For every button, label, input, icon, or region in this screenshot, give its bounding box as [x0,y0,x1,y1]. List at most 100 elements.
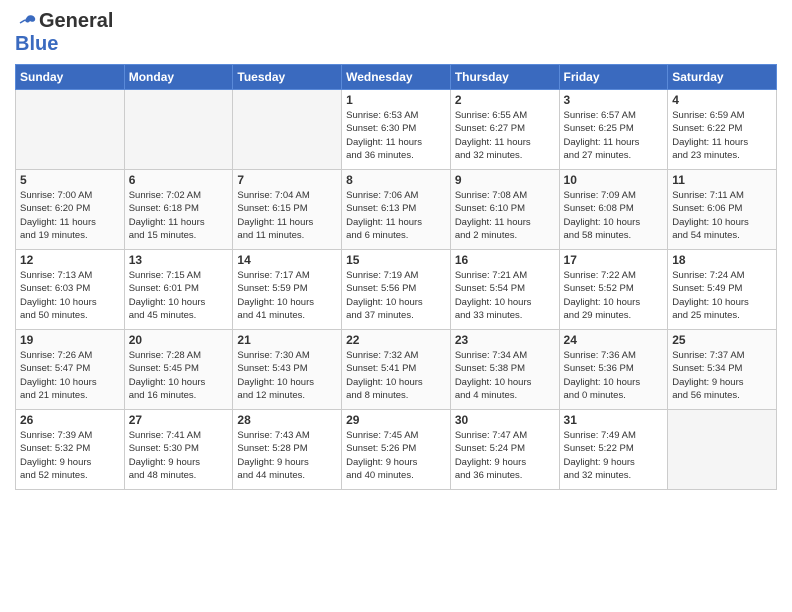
cell-text: Sunrise: 7:09 AM Sunset: 6:08 PM Dayligh… [564,189,664,242]
day-number: 6 [129,173,229,187]
calendar-cell: 23 Sunrise: 7:34 AM Sunset: 5:38 PM Dayli… [450,330,559,410]
calendar-cell: 20 Sunrise: 7:28 AM Sunset: 5:45 PM Dayli… [124,330,233,410]
calendar-cell: 24 Sunrise: 7:36 AM Sunset: 5:36 PM Dayli… [559,330,668,410]
cell-text: Sunrise: 7:11 AM Sunset: 6:06 PM Dayligh… [672,189,772,242]
day-number: 22 [346,333,446,347]
calendar-cell: 15 Sunrise: 7:19 AM Sunset: 5:56 PM Dayli… [342,250,451,330]
day-number: 11 [672,173,772,187]
calendar-cell: 26 Sunrise: 7:39 AM Sunset: 5:32 PM Dayli… [16,410,125,490]
calendar-week-row: 5 Sunrise: 7:00 AM Sunset: 6:20 PM Daylig… [16,170,777,250]
calendar-cell: 27 Sunrise: 7:41 AM Sunset: 5:30 PM Dayli… [124,410,233,490]
cell-text: Sunrise: 6:59 AM Sunset: 6:22 PM Dayligh… [672,109,772,162]
cell-text: Sunrise: 7:43 AM Sunset: 5:28 PM Dayligh… [237,429,337,482]
day-number: 27 [129,413,229,427]
day-number: 7 [237,173,337,187]
calendar-cell: 7 Sunrise: 7:04 AM Sunset: 6:15 PM Daylig… [233,170,342,250]
cell-text: Sunrise: 7:36 AM Sunset: 5:36 PM Dayligh… [564,349,664,402]
calendar-cell: 6 Sunrise: 7:02 AM Sunset: 6:18 PM Daylig… [124,170,233,250]
calendar-week-row: 12 Sunrise: 7:13 AM Sunset: 6:03 PM Dayli… [16,250,777,330]
day-number: 10 [564,173,664,187]
calendar-cell: 8Sunrise: 7:06 AM Sunset: 6:13 PM Daylig… [342,170,451,250]
weekday-header: Tuesday [233,65,342,90]
cell-text: Sunrise: 7:00 AM Sunset: 6:20 PM Dayligh… [20,189,120,242]
calendar-cell: 11 Sunrise: 7:11 AM Sunset: 6:06 PM Dayli… [668,170,777,250]
cell-text: Sunrise: 7:34 AM Sunset: 5:38 PM Dayligh… [455,349,555,402]
weekday-header: Wednesday [342,65,451,90]
day-number: 23 [455,333,555,347]
cell-text: Sunrise: 7:39 AM Sunset: 5:32 PM Dayligh… [20,429,120,482]
day-number: 4 [672,93,772,107]
cell-text: Sunrise: 7:13 AM Sunset: 6:03 PM Dayligh… [20,269,120,322]
cell-text: Sunrise: 7:49 AM Sunset: 5:22 PM Dayligh… [564,429,664,482]
day-number: 24 [564,333,664,347]
cell-text: Sunrise: 7:37 AM Sunset: 5:34 PM Dayligh… [672,349,772,402]
day-number: 28 [237,413,337,427]
weekday-header: Thursday [450,65,559,90]
cell-text: Sunrise: 7:47 AM Sunset: 5:24 PM Dayligh… [455,429,555,482]
calendar-cell: 10 Sunrise: 7:09 AM Sunset: 6:08 PM Dayli… [559,170,668,250]
cell-text: Sunrise: 7:30 AM Sunset: 5:43 PM Dayligh… [237,349,337,402]
calendar-cell [16,90,125,170]
cell-text: Sunrise: 7:21 AM Sunset: 5:54 PM Dayligh… [455,269,555,322]
cell-text: Sunrise: 7:24 AM Sunset: 5:49 PM Dayligh… [672,269,772,322]
calendar-cell: 17 Sunrise: 7:22 AM Sunset: 5:52 PM Dayli… [559,250,668,330]
calendar-cell: 9Sunrise: 7:08 AM Sunset: 6:10 PM Daylig… [450,170,559,250]
calendar-cell: 29 Sunrise: 7:45 AM Sunset: 5:26 PM Dayli… [342,410,451,490]
calendar-cell [668,410,777,490]
cell-text: Sunrise: 7:28 AM Sunset: 5:45 PM Dayligh… [129,349,229,402]
calendar-cell: 1Sunrise: 6:53 AM Sunset: 6:30 PM Daylig… [342,90,451,170]
weekday-header: Sunday [16,65,125,90]
day-number: 29 [346,413,446,427]
cell-text: Sunrise: 6:55 AM Sunset: 6:27 PM Dayligh… [455,109,555,162]
cell-text: Sunrise: 7:45 AM Sunset: 5:26 PM Dayligh… [346,429,446,482]
cell-text: Sunrise: 7:32 AM Sunset: 5:41 PM Dayligh… [346,349,446,402]
calendar-cell: 14 Sunrise: 7:17 AM Sunset: 5:59 PM Dayli… [233,250,342,330]
logo: GeneralBlue [15,10,113,56]
calendar-week-row: 26 Sunrise: 7:39 AM Sunset: 5:32 PM Dayli… [16,410,777,490]
day-number: 17 [564,253,664,267]
day-number: 31 [564,413,664,427]
day-number: 14 [237,253,337,267]
calendar-cell: 12 Sunrise: 7:13 AM Sunset: 6:03 PM Dayli… [16,250,125,330]
day-number: 26 [20,413,120,427]
cell-text: Sunrise: 7:22 AM Sunset: 5:52 PM Dayligh… [564,269,664,322]
calendar-cell: 31 Sunrise: 7:49 AM Sunset: 5:22 PM Dayli… [559,410,668,490]
calendar-week-row: 1Sunrise: 6:53 AM Sunset: 6:30 PM Daylig… [16,90,777,170]
day-number: 16 [455,253,555,267]
cell-text: Sunrise: 7:17 AM Sunset: 5:59 PM Dayligh… [237,269,337,322]
day-number: 9 [455,173,555,187]
weekday-header-row: SundayMondayTuesdayWednesdayThursdayFrid… [16,65,777,90]
day-number: 19 [20,333,120,347]
day-number: 5 [20,173,120,187]
cell-text: Sunrise: 7:41 AM Sunset: 5:30 PM Dayligh… [129,429,229,482]
calendar-cell: 16 Sunrise: 7:21 AM Sunset: 5:54 PM Dayli… [450,250,559,330]
cell-text: Sunrise: 7:26 AM Sunset: 5:47 PM Dayligh… [20,349,120,402]
cell-text: Sunrise: 6:53 AM Sunset: 6:30 PM Dayligh… [346,109,446,162]
calendar-cell [233,90,342,170]
calendar-week-row: 19 Sunrise: 7:26 AM Sunset: 5:47 PM Dayli… [16,330,777,410]
day-number: 25 [672,333,772,347]
calendar-cell: 19 Sunrise: 7:26 AM Sunset: 5:47 PM Dayli… [16,330,125,410]
cell-text: Sunrise: 7:02 AM Sunset: 6:18 PM Dayligh… [129,189,229,242]
day-number: 8 [346,173,446,187]
day-number: 2 [455,93,555,107]
calendar-cell: 4 Sunrise: 6:59 AM Sunset: 6:22 PM Daylig… [668,90,777,170]
calendar-cell: 13Sunrise: 7:15 AM Sunset: 6:01 PM Dayli… [124,250,233,330]
header: GeneralBlue [15,10,777,56]
day-number: 15 [346,253,446,267]
page-container: GeneralBlue SundayMondayTuesdayWednesday… [0,0,792,495]
calendar-cell [124,90,233,170]
cell-text: Sunrise: 7:19 AM Sunset: 5:56 PM Dayligh… [346,269,446,322]
weekday-header: Monday [124,65,233,90]
logo-bird-icon [15,13,37,31]
calendar-cell: 21Sunrise: 7:30 AM Sunset: 5:43 PM Dayli… [233,330,342,410]
day-number: 30 [455,413,555,427]
calendar-cell: 18Sunrise: 7:24 AM Sunset: 5:49 PM Dayli… [668,250,777,330]
logo-blue-text: Blue [15,33,58,55]
calendar-cell: 28 Sunrise: 7:43 AM Sunset: 5:28 PM Dayli… [233,410,342,490]
day-number: 20 [129,333,229,347]
cell-text: Sunrise: 7:04 AM Sunset: 6:15 PM Dayligh… [237,189,337,242]
weekday-header: Friday [559,65,668,90]
day-number: 12 [20,253,120,267]
calendar-cell: 3Sunrise: 6:57 AM Sunset: 6:25 PM Daylig… [559,90,668,170]
